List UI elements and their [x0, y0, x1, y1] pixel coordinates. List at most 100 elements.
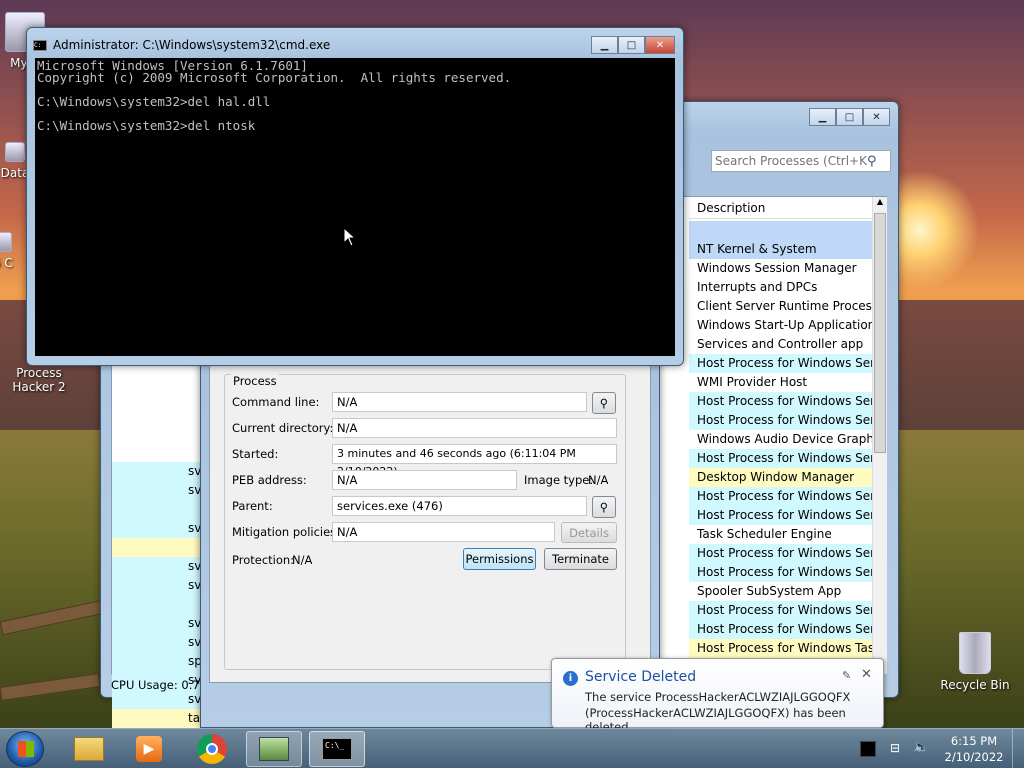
minimize-button[interactable]: ▁	[809, 108, 836, 126]
cmd-window-controls: ▁ □ ✕	[591, 36, 675, 54]
peb-address-field[interactable]: N/A	[332, 470, 517, 490]
process-row-description[interactable]: WMI Provider Host	[689, 373, 872, 392]
console-output[interactable]: Microsoft Windows [Version 6.1.7601] Cop…	[35, 58, 675, 356]
close-button[interactable]: ✕	[645, 36, 675, 54]
process-row-description[interactable]: Interrupts and DPCs	[689, 278, 872, 297]
process-row-name[interactable]	[112, 595, 204, 614]
image-type-value: N/A	[588, 473, 609, 487]
notification-title: Service Deleted	[585, 669, 697, 685]
vertical-scrollbar[interactable]: ▲	[872, 197, 887, 674]
process-row-description[interactable]: Host Process for Windows Ser...	[689, 487, 872, 506]
mitigation-policies-field[interactable]: N/A	[332, 522, 555, 542]
description-column: NT Kernel & System Windows Session Manage…	[689, 221, 872, 658]
process-row-description[interactable]: Host Process for Windows Ser...	[689, 544, 872, 563]
current-directory-field[interactable]: N/A	[332, 418, 617, 438]
image-type-label: Image type:	[524, 473, 594, 487]
taskbar-cmd[interactable]: C:\_	[309, 731, 365, 767]
process-row-description[interactable]: Services and Controller app	[689, 335, 872, 354]
tray-process-hacker-icon[interactable]	[860, 741, 876, 757]
process-row-description[interactable]: Desktop Window Manager	[689, 468, 872, 487]
process-row-description[interactable]: Windows Start-Up Application	[689, 316, 872, 335]
start-button[interactable]	[6, 731, 44, 767]
process-row-name[interactable]	[112, 500, 204, 519]
search-icon: ⚲	[867, 153, 877, 169]
column-header-description[interactable]: Description	[689, 197, 872, 219]
process-row-description[interactable]: Host Process for Windows Ser...	[689, 620, 872, 639]
taskbar-chrome[interactable]	[184, 731, 240, 767]
process-row-name[interactable]: svc	[112, 481, 204, 500]
windows-logo-icon	[18, 741, 34, 757]
network-icon[interactable]: ⊟	[890, 741, 906, 757]
permissions-button[interactable]: Permissions	[463, 548, 536, 570]
info-icon: i	[563, 671, 578, 686]
taskbar-media-player[interactable]: ▶	[121, 731, 177, 767]
process-row-description[interactable]: Client Server Runtime Process	[689, 297, 872, 316]
process-row-name[interactable]: svc	[112, 614, 204, 633]
process-row-name[interactable]: svc	[112, 557, 204, 576]
search-box[interactable]: ⚲	[711, 150, 891, 172]
protection-label: Protection:	[232, 553, 295, 567]
parent-field[interactable]: services.exe (476)	[332, 496, 587, 516]
process-row-description[interactable]: Spooler SubSystem App	[689, 582, 872, 601]
cmd-icon: C:\_	[322, 738, 352, 760]
process-row-name[interactable]: spo	[112, 652, 204, 671]
process-row-name[interactable]	[112, 538, 204, 557]
pin-icon[interactable]: ✎	[842, 669, 851, 682]
process-row-description[interactable]	[689, 221, 872, 240]
started-label: Started:	[232, 447, 279, 461]
mitigation-policies-label: Mitigation policies:	[232, 525, 341, 539]
volume-icon[interactable]: 🔈	[913, 740, 929, 756]
tray-clock[interactable]: 6:15 PM 2/10/2022	[940, 733, 1008, 765]
scroll-thumb[interactable]	[874, 213, 886, 453]
mouse-cursor-icon	[343, 227, 355, 247]
process-row-name[interactable]: tas	[112, 709, 204, 728]
process-row-description[interactable]: Host Process for Windows Ser...	[689, 392, 872, 411]
scroll-up-arrow[interactable]: ▲	[873, 197, 887, 211]
search-input[interactable]	[712, 154, 867, 168]
console-line: C:\Windows\system32>del hal.dll	[37, 94, 271, 109]
process-row-description[interactable]: Host Process for Windows Ser...	[689, 354, 872, 373]
cmd-titlebar[interactable]: C: Administrator: C:\Windows\system32\cm…	[33, 34, 677, 56]
parent-inspect-button[interactable]: ⚲	[592, 496, 616, 518]
process-row-description[interactable]: Host Process for Windows Ser...	[689, 411, 872, 430]
process-row-description[interactable]: Host Process for Windows Ser...	[689, 563, 872, 582]
show-desktop-button[interactable]	[1012, 729, 1024, 768]
process-row-description[interactable]: Windows Session Manager	[689, 259, 872, 278]
started-field[interactable]: 3 minutes and 46 seconds ago (6:11:04 PM…	[332, 444, 617, 478]
process-row-name[interactable]: svc	[112, 519, 204, 538]
terminate-button[interactable]: Terminate	[544, 548, 617, 570]
desktop-icon-recycle-bin[interactable]: Recycle Bin	[930, 632, 1020, 692]
shortcut-icon	[5, 142, 25, 162]
notification-line-1: The service ProcessHackerACLWZIAJLGGOQFX	[585, 690, 851, 704]
notification-close-button[interactable]: ✕	[861, 667, 872, 682]
notification-balloon[interactable]: i Service Deleted ✎ ✕ The service Proces…	[551, 658, 884, 734]
process-row-name[interactable]: svc	[112, 576, 204, 595]
maximize-button[interactable]: □	[836, 108, 863, 126]
command-line-field[interactable]: N/A	[332, 392, 587, 412]
process-row-name[interactable]: svc	[112, 633, 204, 652]
command-line-inspect-button[interactable]: ⚲	[592, 392, 616, 414]
process-row-name[interactable]: svc	[112, 462, 204, 481]
process-groupbox: Process Command line: N/A ⚲ Current dire…	[224, 374, 626, 670]
window-controls: ▁ □ ✕	[809, 108, 890, 126]
chrome-icon	[197, 734, 227, 764]
magnifier-icon: ⚲	[599, 500, 609, 514]
process-row-description[interactable]: Task Scheduler Engine	[689, 525, 872, 544]
process-row-description[interactable]: Host Process for Windows Ser...	[689, 506, 872, 525]
minimize-button[interactable]: ▁	[591, 36, 618, 54]
process-row-description[interactable]: Host Process for Windows Ser...	[689, 449, 872, 468]
command-line-label: Command line:	[232, 395, 320, 409]
close-button[interactable]: ✕	[863, 108, 890, 126]
cmd-title: Administrator: C:\Windows\system32\cmd.e…	[53, 38, 331, 52]
peb-address-label: PEB address:	[232, 473, 307, 487]
taskbar-explorer[interactable]	[61, 731, 117, 767]
process-row-description[interactable]: Host Process for Windows Ser...	[689, 601, 872, 620]
clock-time: 6:15 PM	[950, 734, 998, 748]
details-button[interactable]: Details	[561, 522, 617, 543]
taskbar-process-hacker[interactable]	[246, 731, 302, 767]
process-row-description[interactable]: Host Process for Windows Tas...	[689, 639, 872, 658]
process-row-description[interactable]: NT Kernel & System	[689, 240, 872, 259]
maximize-button[interactable]: □	[618, 36, 645, 54]
console-line: Copyright (c) 2009 Microsoft Corporation…	[37, 70, 512, 85]
process-row-description[interactable]: Windows Audio Device Graph...	[689, 430, 872, 449]
